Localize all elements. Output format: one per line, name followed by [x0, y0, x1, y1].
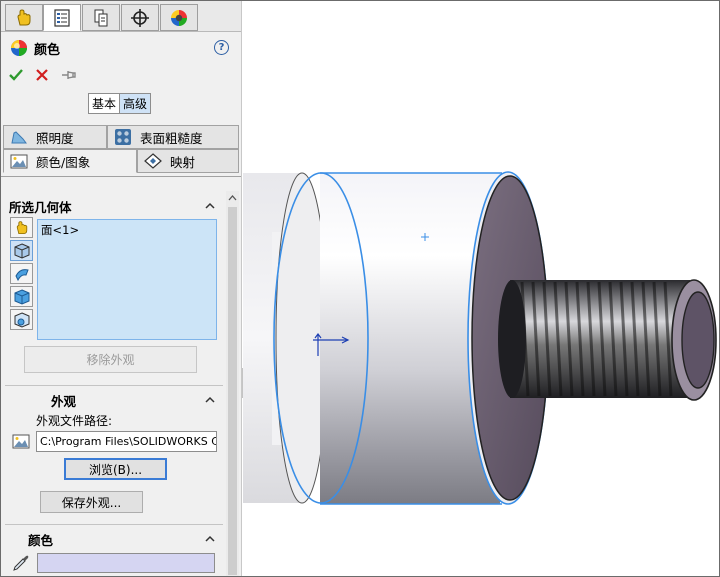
tab-mapping[interactable]: 映射	[137, 149, 239, 173]
shaft-root	[498, 280, 526, 398]
select-part-button[interactable]	[10, 217, 33, 238]
action-row	[9, 65, 77, 85]
divider	[5, 524, 223, 525]
mapping-icon	[144, 153, 162, 169]
cad-model-canvas[interactable]	[243, 1, 719, 576]
dimxpert-icon	[131, 8, 149, 27]
chevron-up-icon[interactable]	[204, 533, 216, 545]
chevron-up-icon[interactable]	[204, 200, 216, 212]
color-swatch[interactable]	[37, 553, 215, 573]
appearance-title: 外观	[51, 394, 77, 409]
surface-finish-icon	[115, 129, 131, 145]
tab-surface-finish[interactable]: 表面粗糙度	[107, 125, 239, 149]
configuration-manager-tab[interactable]	[82, 4, 120, 31]
cancel-x-icon[interactable]	[35, 68, 49, 82]
property-manager-panel: 颜色 ? 基本 高级 照明度 表面粗糙度 颜色/图象 映射 所选几何体 面<1>…	[1, 1, 242, 576]
image-icon	[12, 434, 30, 449]
property-manager-tab[interactable]	[43, 4, 81, 31]
basic-mode-button[interactable]: 基本	[89, 94, 119, 113]
feature-manager-tab[interactable]	[5, 4, 43, 31]
face-cube-icon	[14, 242, 29, 259]
dimxpert-tab[interactable]	[121, 4, 159, 31]
pin-icon[interactable]	[61, 68, 77, 82]
graphics-viewport[interactable]	[243, 1, 719, 576]
eyedropper-icon[interactable]	[12, 554, 30, 572]
select-surface-button[interactable]	[10, 263, 33, 284]
help-button[interactable]: ?	[214, 40, 229, 55]
feature-manager-icon	[17, 8, 31, 25]
help-icon: ?	[218, 42, 225, 53]
shaft-end-inner	[681, 291, 715, 389]
display-manager-tab[interactable]	[160, 4, 198, 31]
part-icon	[16, 220, 27, 234]
select-face-button[interactable]	[10, 240, 33, 261]
selected-geometry-list[interactable]: 面<1>	[37, 219, 217, 340]
remove-appearance-button[interactable]: 移除外观	[24, 346, 197, 373]
advanced-mode-button[interactable]: 高级	[119, 94, 151, 113]
scroll-up-arrow-icon[interactable]	[228, 194, 237, 203]
surface-icon	[14, 268, 29, 281]
list-item[interactable]: 面<1>	[41, 222, 79, 238]
tab-illumination[interactable]: 照明度	[3, 125, 107, 149]
appearance-path-field[interactable]: C:\Program Files\SOLIDWORKS Corp\SOLIDWO…	[36, 431, 217, 452]
body-icon	[14, 288, 29, 305]
select-body-button[interactable]	[10, 286, 33, 307]
color-title: 颜色	[28, 533, 54, 548]
configuration-manager-icon	[94, 9, 108, 26]
mode-toggle: 基本 高级	[88, 93, 152, 114]
selection-filter-column	[10, 217, 34, 332]
lamp-icon	[11, 131, 27, 144]
image-icon	[10, 154, 28, 168]
tab-color-image[interactable]: 颜色/图象	[3, 149, 137, 173]
divider	[5, 385, 223, 386]
color-wheel-icon	[11, 40, 27, 56]
save-appearance-button[interactable]: 保存外观...	[40, 491, 143, 513]
browse-button[interactable]: 浏览(B)...	[64, 458, 167, 480]
property-manager-title-row: 颜色	[10, 38, 60, 58]
appearance-path-label: 外观文件路径:	[36, 414, 113, 428]
selected-geometry-title: 所选几何体	[9, 200, 72, 215]
page-title: 颜色	[34, 42, 61, 58]
property-manager-icon	[54, 8, 70, 27]
chevron-up-icon[interactable]	[204, 394, 216, 406]
select-feature-button[interactable]	[10, 309, 33, 330]
feature-icon	[14, 311, 29, 328]
scrollbar-thumb[interactable]	[228, 207, 237, 575]
ok-check-icon[interactable]	[9, 68, 23, 82]
display-manager-icon	[171, 9, 187, 26]
panel-scrollbar[interactable]	[226, 191, 239, 576]
manager-tabs	[1, 1, 241, 32]
